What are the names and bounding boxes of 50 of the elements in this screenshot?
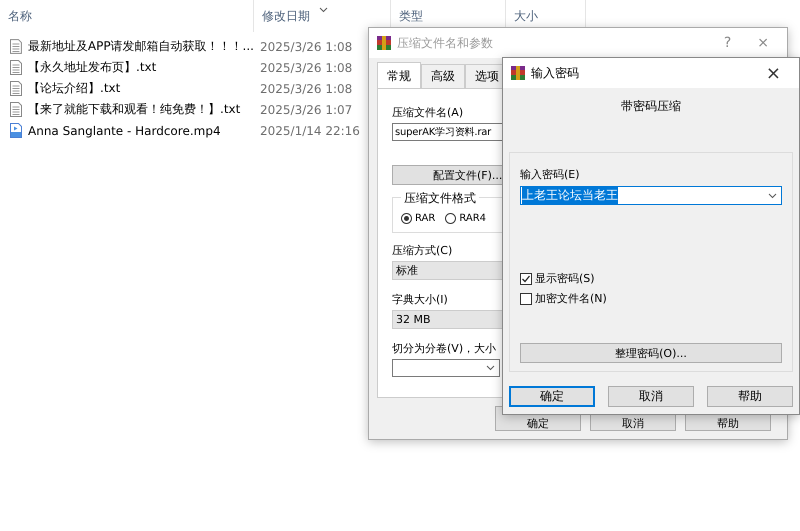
combo-field[interactable] <box>392 359 500 377</box>
video-file-icon <box>10 123 22 138</box>
document-icon <box>10 39 22 54</box>
field-label: 压缩方式(C) <box>392 243 452 258</box>
tab[interactable]: 高级 <box>421 64 465 88</box>
file-name[interactable]: 【论坛介绍】.txt <box>28 80 120 97</box>
file-name[interactable]: 【永久地址发布页】.txt <box>28 59 156 76</box>
sort-chevron-icon <box>319 7 328 13</box>
document-icon <box>10 60 22 75</box>
checkbox-label: 显示密码(S) <box>535 271 595 286</box>
column-header[interactable]: 名称 <box>0 0 254 32</box>
field-label: 切分为分卷(V)，大小 <box>392 341 496 356</box>
checkbox[interactable] <box>520 272 532 284</box>
window-title: 输入密码 <box>531 64 580 82</box>
field-label: 输入密码(E) <box>520 167 580 182</box>
dialog-button[interactable]: 帮助 <box>707 386 793 407</box>
dialog-button[interactable]: 取消 <box>608 386 694 407</box>
modified-date: 2025/3/26 1:07 <box>259 102 352 116</box>
password-text: 上老王论坛当老王 <box>522 187 618 204</box>
modified-date: 2025/3/26 1:08 <box>259 40 352 54</box>
document-icon <box>10 81 22 96</box>
close-button[interactable]: × <box>756 62 791 84</box>
window-title: 压缩文件名和参数 <box>397 34 494 52</box>
archive-icon <box>511 66 525 80</box>
checkbox-label: 加密文件名(N) <box>535 291 607 306</box>
checkbox[interactable] <box>520 292 532 304</box>
modified-date: 2025/1/14 22:16 <box>259 124 360 138</box>
close-button[interactable]: × <box>747 35 779 51</box>
radio-button[interactable] <box>401 213 412 224</box>
tab[interactable]: 常规 <box>377 62 421 88</box>
help-button[interactable]: ? <box>714 35 742 51</box>
organize-button[interactable]: 整理密码(O)... <box>520 343 782 363</box>
file-name[interactable]: 【来了就能下载和观看！纯免费！】.txt <box>28 101 240 118</box>
file-name[interactable]: 最新地址及APP请发邮箱自动获取！！！... <box>28 38 254 55</box>
password-field[interactable]: 上老王论坛当老王 <box>520 186 782 205</box>
modified-date: 2025/3/26 1:08 <box>259 82 352 96</box>
document-icon <box>10 102 22 117</box>
radio-label: RAR <box>415 213 436 224</box>
radio-label: RAR4 <box>459 213 486 224</box>
dialog-button[interactable]: 确定 <box>509 386 595 407</box>
group-title: 压缩文件格式 <box>401 190 479 207</box>
field-label: 字典大小(I) <box>392 292 448 307</box>
chevron-down-icon <box>768 192 777 198</box>
modified-date: 2025/3/26 1:08 <box>259 60 352 74</box>
radio-button[interactable] <box>445 213 456 224</box>
file-name[interactable]: Anna Sanglante - Hardcore.mp4 <box>28 124 221 138</box>
chevron-down-icon <box>486 365 495 371</box>
field-label: 压缩文件名(A) <box>392 105 464 120</box>
dialog-heading: 带密码压缩 <box>621 99 681 113</box>
archive-icon <box>377 36 391 50</box>
